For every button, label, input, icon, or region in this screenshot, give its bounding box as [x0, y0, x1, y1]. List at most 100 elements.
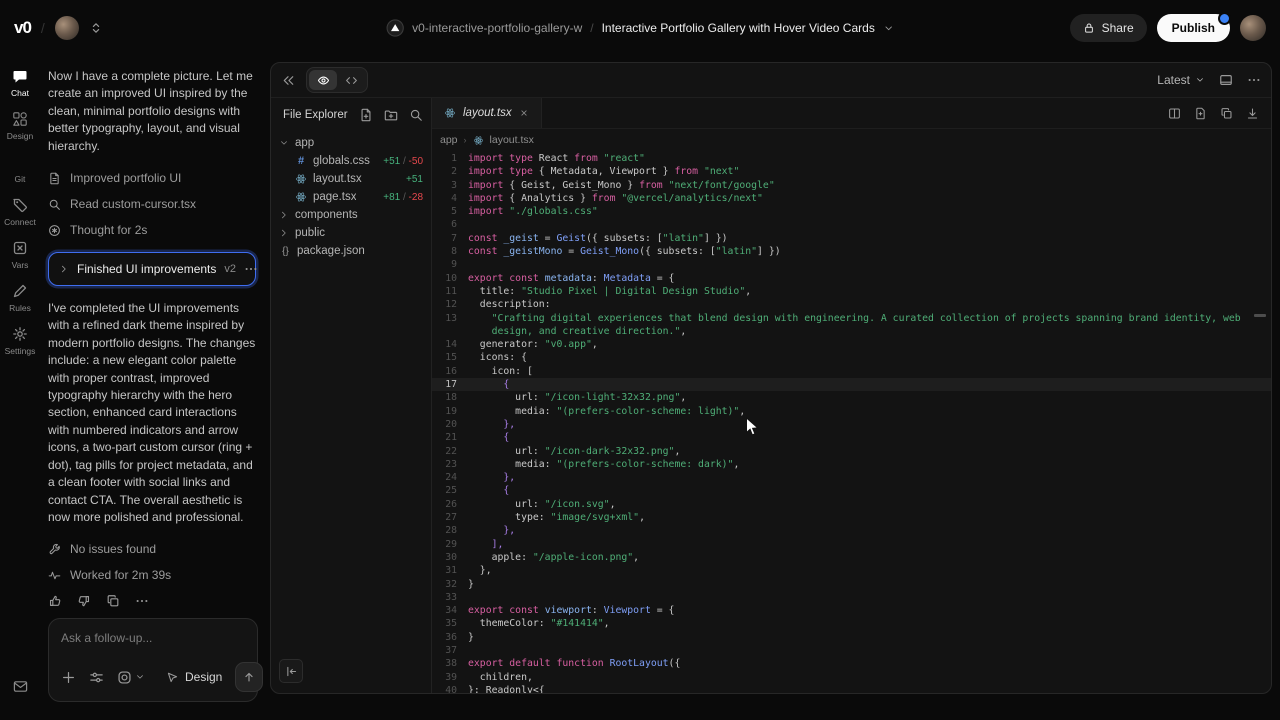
- task-row[interactable]: Read custom-cursor.tsx: [48, 191, 256, 217]
- version-more-icon[interactable]: [244, 262, 258, 276]
- panel-more-icon[interactable]: [1247, 73, 1261, 87]
- code-line[interactable]: 20 },: [432, 418, 1271, 431]
- code-line[interactable]: 33: [432, 591, 1271, 604]
- tree-item-components[interactable]: components: [271, 206, 431, 224]
- code-line[interactable]: 4import { Analytics } from "@vercel/anal…: [432, 192, 1271, 205]
- model-selector[interactable]: [117, 670, 145, 685]
- chevron-updown-icon[interactable]: [89, 21, 103, 35]
- task-row[interactable]: Improved portfolio UI: [48, 165, 256, 191]
- code-line[interactable]: 21 {: [432, 431, 1271, 444]
- code-line[interactable]: 26 url: "/icon.svg",: [432, 498, 1271, 511]
- code-line[interactable]: 16 icon: [: [432, 365, 1271, 378]
- code-toggle-button[interactable]: [337, 70, 365, 90]
- code-line[interactable]: 28 },: [432, 524, 1271, 537]
- code-area[interactable]: 1import type React from "react"2import t…: [432, 151, 1271, 693]
- chat-input[interactable]: Ask a follow-up...: [61, 631, 245, 645]
- tree-item-public[interactable]: public: [271, 224, 431, 242]
- tree-item-app[interactable]: app: [271, 134, 431, 152]
- code-line[interactable]: 9: [432, 258, 1271, 271]
- design-mode-button[interactable]: Design: [166, 670, 222, 684]
- code-line[interactable]: 31 },: [432, 564, 1271, 577]
- sidebar-item-rules[interactable]: Rules: [4, 283, 36, 313]
- chat-settings-icon[interactable]: [89, 670, 104, 685]
- chat-input-card[interactable]: Ask a follow-up... Design: [48, 618, 258, 702]
- v0-logo[interactable]: v0: [14, 18, 31, 38]
- feedback-mail-icon[interactable]: [13, 679, 28, 694]
- code-line[interactable]: design, and creative direction.",: [432, 325, 1271, 338]
- sidebar-item-settings[interactable]: Settings: [4, 326, 36, 356]
- code-line[interactable]: 18 url: "/icon-light-32x32.png",: [432, 391, 1271, 404]
- code-line[interactable]: 8const _geistMono = Geist_Mono({ subsets…: [432, 245, 1271, 258]
- task-row[interactable]: No issues found: [48, 536, 256, 562]
- code-line[interactable]: 24 },: [432, 471, 1271, 484]
- thumbs-up-icon[interactable]: [48, 594, 62, 608]
- tree-item-page-tsx[interactable]: page.tsx+81 / -28: [271, 188, 431, 206]
- code-line[interactable]: 13 "Crafting digital experiences that bl…: [432, 312, 1271, 325]
- collapse-explorer-button[interactable]: [279, 659, 303, 683]
- sidebar-item-vars[interactable]: Vars: [4, 240, 36, 270]
- code-line[interactable]: 19 media: "(prefers-color-scheme: light)…: [432, 405, 1271, 418]
- collapse-chat-icon[interactable]: [281, 73, 296, 88]
- code-line[interactable]: 37: [432, 644, 1271, 657]
- split-view-icon[interactable]: [1168, 107, 1181, 120]
- code-line[interactable]: 27 type: "image/svg+xml",: [432, 511, 1271, 524]
- preview-toggle-button[interactable]: [309, 70, 337, 90]
- breadcrumb-file[interactable]: layout.tsx: [490, 134, 534, 146]
- account-avatar[interactable]: [1240, 15, 1266, 41]
- task-row[interactable]: Thought for 2s: [48, 217, 256, 243]
- tree-item-layout-tsx[interactable]: layout.tsx+51: [271, 170, 431, 188]
- version-dropdown[interactable]: Latest: [1157, 73, 1205, 87]
- send-button[interactable]: [235, 662, 263, 692]
- more-icon[interactable]: [135, 594, 149, 608]
- code-line[interactable]: 5import "./globals.css": [432, 205, 1271, 218]
- copy-file-icon[interactable]: [1220, 107, 1233, 120]
- breadcrumb-folder[interactable]: app: [440, 134, 458, 146]
- code-line[interactable]: 17 {: [432, 378, 1271, 391]
- sidebar-item-connect[interactable]: Connect: [4, 197, 36, 227]
- code-line[interactable]: 1import type React from "react": [432, 152, 1271, 165]
- tree-item-globals-css[interactable]: #globals.css+51 / -50: [271, 152, 431, 170]
- file-diff-icon[interactable]: [1194, 107, 1207, 120]
- search-files-icon[interactable]: [409, 108, 423, 122]
- tab-layout-tsx[interactable]: layout.tsx: [432, 98, 542, 128]
- code-line[interactable]: 25 {: [432, 484, 1271, 497]
- code-line[interactable]: 32}: [432, 578, 1271, 591]
- code-line[interactable]: 30 apple: "/apple-icon.png",: [432, 551, 1271, 564]
- code-line[interactable]: 10export const metadata: Metadata = {: [432, 272, 1271, 285]
- scrollbar-thumb[interactable]: [1254, 314, 1266, 317]
- add-attachment-icon[interactable]: [61, 670, 76, 685]
- code-line[interactable]: 3import { Geist, Geist_Mono } from "next…: [432, 179, 1271, 192]
- breadcrumb-page-title[interactable]: Interactive Portfolio Gallery with Hover…: [602, 21, 875, 35]
- code-line[interactable]: 22 url: "/icon-dark-32x32.png",: [432, 445, 1271, 458]
- copy-icon[interactable]: [106, 594, 120, 608]
- thumbs-down-icon[interactable]: [77, 594, 91, 608]
- tree-item-package-json[interactable]: { }package.json: [271, 242, 431, 260]
- code-line[interactable]: 29 ],: [432, 538, 1271, 551]
- code-line[interactable]: 39 children,: [432, 671, 1271, 684]
- sidebar-item-git[interactable]: Git: [4, 154, 36, 184]
- sidebar-item-chat[interactable]: Chat: [4, 68, 36, 98]
- sidebar-item-design[interactable]: Design: [4, 111, 36, 141]
- code-line[interactable]: 12 description:: [432, 298, 1271, 311]
- code-line[interactable]: 35 themeColor: "#141414",: [432, 617, 1271, 630]
- new-folder-icon[interactable]: [384, 108, 398, 122]
- version-card[interactable]: Finished UI improvements v2: [48, 252, 256, 286]
- download-icon[interactable]: [1246, 107, 1259, 120]
- task-row[interactable]: Worked for 2m 39s: [48, 562, 256, 588]
- code-line[interactable]: 2import type { Metadata, Viewport } from…: [432, 165, 1271, 178]
- breadcrumb-project[interactable]: v0-interactive-portfolio-gallery-w: [412, 21, 582, 35]
- code-line[interactable]: 14 generator: "v0.app",: [432, 338, 1271, 351]
- code-line[interactable]: 40}: Readonly<{: [432, 684, 1271, 693]
- code-line[interactable]: 34export const viewport: Viewport = {: [432, 604, 1271, 617]
- code-line[interactable]: 6: [432, 218, 1271, 231]
- publish-button[interactable]: Publish: [1157, 14, 1230, 42]
- chevron-down-icon[interactable]: [883, 23, 894, 34]
- code-line[interactable]: 7const _geist = Geist({ subsets: ["latin…: [432, 232, 1271, 245]
- vercel-project-icon[interactable]: [386, 19, 404, 37]
- user-avatar[interactable]: [55, 16, 79, 40]
- code-line[interactable]: 23 media: "(prefers-color-scheme: dark)"…: [432, 458, 1271, 471]
- window-icon[interactable]: [1219, 73, 1233, 87]
- code-line[interactable]: 36}: [432, 631, 1271, 644]
- code-line[interactable]: 38export default function RootLayout({: [432, 657, 1271, 670]
- share-button[interactable]: Share: [1070, 14, 1147, 42]
